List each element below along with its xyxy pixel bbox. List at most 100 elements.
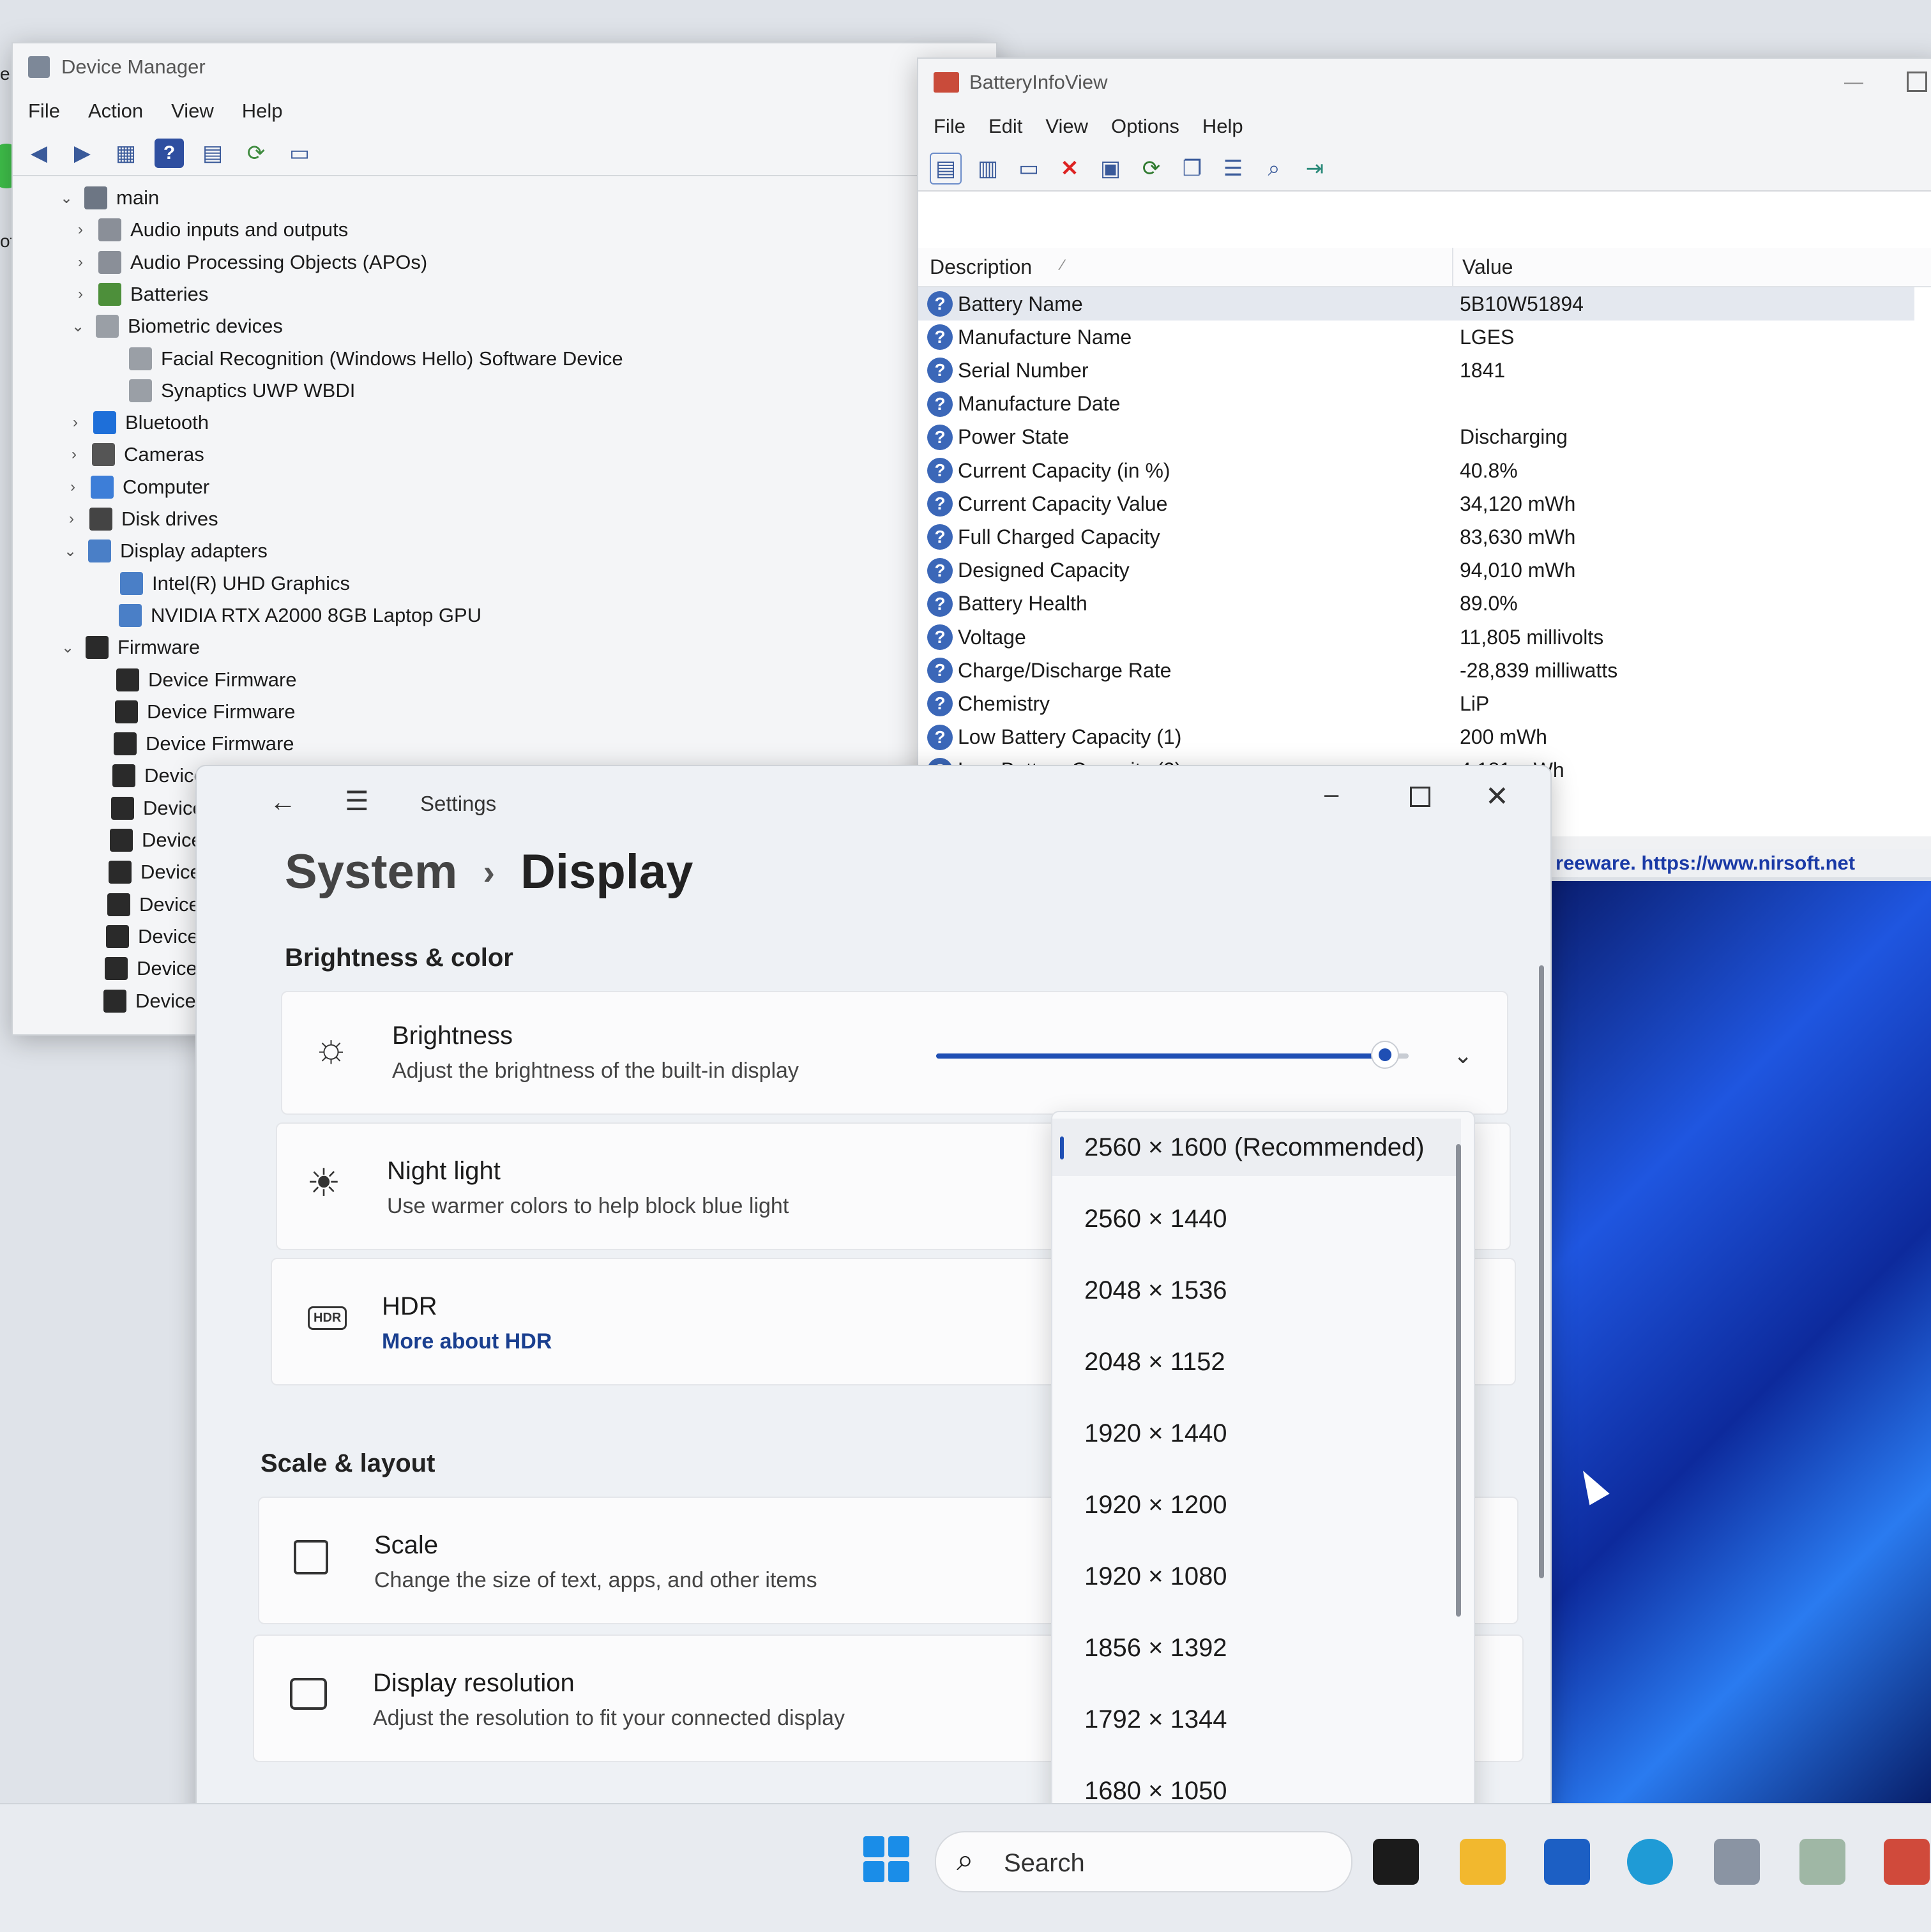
- battery-list-row[interactable]: ? Serial Number 1841: [918, 354, 1914, 387]
- battery-list-row[interactable]: ? Battery Name 5B10W51894: [918, 287, 1914, 321]
- tree-item[interactable]: NVIDIA RTX A2000 8GB Laptop GPU: [92, 600, 481, 631]
- battery-list-row[interactable]: ? Low Battery Capacity (1) 200 mWh: [918, 721, 1914, 754]
- tree-item[interactable]: Device: [80, 889, 200, 920]
- app-taskbar-icon[interactable]: [1799, 1839, 1845, 1885]
- chevron-down-icon[interactable]: ⌄: [57, 189, 75, 208]
- tree-item[interactable]: › Audio Processing Objects (APOs): [72, 247, 427, 278]
- resolution-option[interactable]: 2560 × 1440: [1052, 1190, 1461, 1248]
- tree-item[interactable]: Device: [77, 986, 196, 1016]
- maximize-icon[interactable]: [1907, 72, 1927, 92]
- taskbar-search-box[interactable]: ⌕ Search: [935, 1831, 1352, 1892]
- resolution-option[interactable]: 1920 × 1080: [1052, 1548, 1461, 1605]
- chevron-right-icon[interactable]: ›: [64, 478, 82, 496]
- resolution-option[interactable]: 1920 × 1440: [1052, 1405, 1461, 1462]
- minimize-icon[interactable]: —: [1844, 72, 1863, 93]
- chevron-down-icon[interactable]: ⌄: [69, 317, 87, 336]
- maximize-icon[interactable]: [1410, 787, 1430, 807]
- hamburger-menu-icon[interactable]: ☰: [345, 785, 369, 817]
- save-icon[interactable]: ▣: [1096, 154, 1125, 183]
- tree-item[interactable]: ⌄ Firmware: [59, 632, 200, 663]
- biv-menu-edit[interactable]: Edit: [988, 115, 1022, 138]
- tree-item[interactable]: › Cameras: [65, 439, 204, 470]
- chevron-right-icon[interactable]: ›: [63, 510, 80, 528]
- tree-item[interactable]: Device Firmware: [89, 665, 297, 695]
- tree-item[interactable]: Synaptics UWP WBDI: [102, 375, 355, 406]
- log-window-icon[interactable]: ▭: [1014, 154, 1043, 183]
- tree-item[interactable]: Device: [78, 953, 197, 984]
- tree-item[interactable]: ⌄ Biometric devices: [69, 311, 283, 342]
- resolution-option[interactable]: 1856 × 1392: [1052, 1619, 1461, 1677]
- dm-menu-action[interactable]: Action: [88, 100, 143, 123]
- copy-icon[interactable]: ❐: [1178, 154, 1207, 183]
- properties-icon[interactable]: ▤: [198, 139, 227, 168]
- microsoft-store-icon[interactable]: [1544, 1839, 1590, 1885]
- scan-hardware-icon[interactable]: ▭: [285, 139, 314, 168]
- breadcrumb-system[interactable]: System: [285, 844, 457, 900]
- chevron-right-icon[interactable]: ›: [65, 446, 83, 464]
- delete-icon[interactable]: ✕: [1055, 154, 1084, 183]
- biv-menu-help[interactable]: Help: [1202, 115, 1243, 138]
- start-button[interactable]: [863, 1836, 909, 1882]
- battery-list-row[interactable]: ? Charge/Discharge Rate -28,839 milliwatts: [918, 654, 1914, 687]
- battery-list-row[interactable]: ? Full Charged Capacity 83,630 mWh: [918, 520, 1914, 554]
- biv-menu-options[interactable]: Options: [1111, 115, 1179, 138]
- show-hide-console-tree-icon[interactable]: ▦: [111, 139, 140, 168]
- properties-icon[interactable]: ☰: [1218, 154, 1248, 183]
- chevron-down-icon[interactable]: ⌄: [61, 542, 79, 561]
- tree-item[interactable]: ⌄ main: [57, 183, 159, 213]
- chevron-down-icon[interactable]: ⌄: [59, 638, 77, 657]
- dm-menu-help[interactable]: Help: [242, 100, 283, 123]
- tree-item[interactable]: › Disk drives: [63, 504, 218, 534]
- battery-list-row[interactable]: ? Current Capacity (in %) 40.8%: [918, 454, 1914, 487]
- tree-item[interactable]: Device Firmware: [87, 728, 294, 759]
- batteryinfoview-taskbar-icon[interactable]: [1884, 1839, 1930, 1885]
- chevron-right-icon[interactable]: ›: [66, 414, 84, 432]
- brightness-slider-thumb[interactable]: [1371, 1041, 1399, 1069]
- more-about-hdr-link[interactable]: More about HDR: [382, 1329, 552, 1354]
- column-divider[interactable]: [1452, 248, 1453, 286]
- tree-item[interactable]: Device: [83, 825, 202, 856]
- edge-browser-icon[interactable]: [1627, 1839, 1673, 1885]
- battery-list-row[interactable]: ? Manufacture Date: [918, 388, 1914, 421]
- column-value[interactable]: Value: [1462, 255, 1513, 279]
- battery-list-row[interactable]: ? Chemistry LiP: [918, 687, 1914, 720]
- forward-arrow-icon[interactable]: ▶: [68, 139, 97, 168]
- tree-item[interactable]: Device: [79, 921, 199, 952]
- battery-list-row[interactable]: ? Battery Health 89.0%: [918, 587, 1914, 621]
- chevron-down-icon[interactable]: ⌄: [1453, 1042, 1473, 1069]
- minimize-icon[interactable]: –: [1324, 780, 1338, 809]
- tree-item[interactable]: Device: [82, 857, 201, 887]
- resolution-option[interactable]: 2048 × 1536: [1052, 1262, 1461, 1319]
- resolution-option[interactable]: 1920 × 1200: [1052, 1476, 1461, 1534]
- battery-list-row[interactable]: ? Current Capacity Value 34,120 mWh: [918, 487, 1914, 520]
- biv-menu-file[interactable]: File: [934, 115, 966, 138]
- dropdown-scrollbar[interactable]: [1456, 1144, 1461, 1617]
- battery-info-mode-icon[interactable]: ▤: [930, 153, 962, 185]
- resolution-option[interactable]: 2048 × 1152: [1052, 1333, 1461, 1391]
- dm-menu-file[interactable]: File: [28, 100, 60, 123]
- tree-item[interactable]: Facial Recognition (Windows Hello) Softw…: [102, 343, 623, 374]
- chevron-right-icon[interactable]: ›: [72, 285, 89, 303]
- help-icon[interactable]: ?: [155, 139, 184, 168]
- battery-list-row[interactable]: ? Designed Capacity 94,010 mWh: [918, 554, 1914, 587]
- find-icon[interactable]: ⌕: [1259, 154, 1289, 183]
- refresh-icon[interactable]: ⟳: [1137, 154, 1166, 183]
- tree-item[interactable]: Device Firmware: [88, 697, 296, 727]
- battery-log-mode-icon[interactable]: ▥: [973, 154, 1003, 183]
- close-icon[interactable]: ✕: [1485, 780, 1509, 813]
- tree-item[interactable]: Device: [84, 793, 204, 824]
- resolution-option[interactable]: 2560 × 1600 (Recommended): [1052, 1119, 1461, 1176]
- exit-icon[interactable]: ⇥: [1300, 154, 1329, 183]
- tree-item[interactable]: Intel(R) UHD Graphics: [93, 568, 350, 599]
- resolution-option[interactable]: 1792 × 1344: [1052, 1691, 1461, 1748]
- tree-item[interactable]: › Computer: [64, 472, 209, 502]
- device-manager-taskbar-icon[interactable]: [1714, 1839, 1760, 1885]
- settings-scrollbar[interactable]: [1539, 965, 1544, 1578]
- back-arrow-icon[interactable]: ←: [269, 787, 296, 817]
- update-driver-icon[interactable]: ⟳: [241, 139, 271, 168]
- battery-list-row[interactable]: ? Power State Discharging: [918, 421, 1914, 454]
- tree-item[interactable]: › Bluetooth: [66, 407, 209, 438]
- chevron-right-icon[interactable]: ›: [72, 253, 89, 271]
- tree-item[interactable]: › Audio inputs and outputs: [72, 215, 348, 245]
- back-arrow-icon[interactable]: ◀: [24, 139, 54, 168]
